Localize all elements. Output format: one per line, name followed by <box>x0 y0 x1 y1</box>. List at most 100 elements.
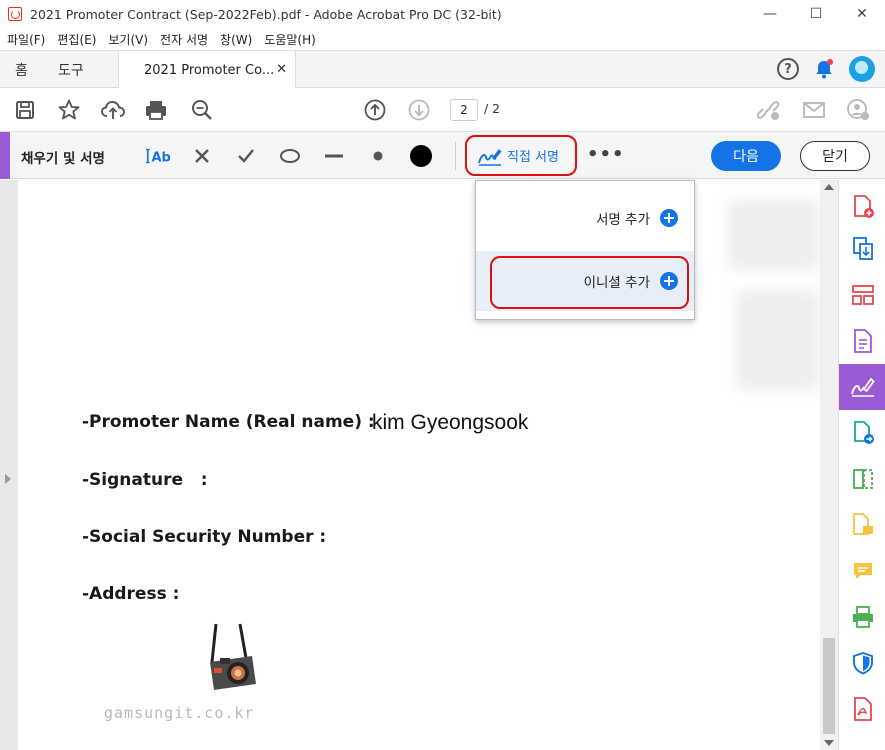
toolbar-separator <box>455 142 456 170</box>
menu-file[interactable]: 파일(F) <box>7 31 45 48</box>
close-window-button[interactable]: ✕ <box>839 0 885 28</box>
bookmark-star-icon[interactable] <box>56 97 82 123</box>
pdf-page[interactable] <box>18 180 820 750</box>
menu-view[interactable]: 보기(V) <box>108 31 148 48</box>
organize-pages-tool[interactable] <box>839 272 885 318</box>
more-tools-item[interactable] <box>839 732 885 750</box>
camera-image <box>198 622 262 694</box>
fill-sign-pen-icon <box>850 377 875 397</box>
promoter-name-label: -Promoter Name (Real name) : <box>82 412 375 432</box>
signature-label: -Signature : <box>82 470 208 490</box>
window-title: 2021 Promoter Contract (Sep-2022Feb).pdf… <box>30 6 502 22</box>
tab-home[interactable]: 홈 <box>15 51 28 88</box>
zoom-search-icon[interactable] <box>189 97 215 123</box>
color-picker-icon[interactable] <box>408 144 434 168</box>
close-button[interactable]: 닫기 <box>800 141 870 171</box>
dot-icon[interactable] <box>365 144 391 168</box>
create-pdf-icon <box>853 195 874 218</box>
add-text-icon[interactable]: Ab <box>145 144 171 168</box>
tab-tools[interactable]: 도구 <box>58 51 84 88</box>
print-icon[interactable] <box>143 97 169 123</box>
scan-printer-icon <box>852 606 873 628</box>
fill-sign-title: 채우기 및 서명 <box>21 151 105 167</box>
tab-document[interactable]: 2021 Promoter Co... ✕ <box>118 51 296 89</box>
vertical-scrollbar[interactable] <box>820 180 838 750</box>
fill-sign-tool[interactable] <box>839 364 885 410</box>
maximize-button[interactable]: ☐ <box>793 0 839 28</box>
title-bar: 2021 Promoter Contract (Sep-2022Feb).pdf… <box>0 0 885 28</box>
right-tools-panel <box>838 180 885 750</box>
scroll-down-icon[interactable] <box>824 740 834 746</box>
next-button[interactable]: 다음 <box>711 141 781 171</box>
share-link-icon[interactable] <box>756 97 782 123</box>
menu-esign[interactable]: 전자 서명 <box>160 31 208 48</box>
sign-button-label: 직접 서명 <box>507 150 559 165</box>
check-mark-icon[interactable] <box>233 144 259 168</box>
tabbar-actions: ? <box>777 56 875 82</box>
page-number-input[interactable]: 2 <box>450 99 478 121</box>
more-options-button[interactable]: ••• <box>587 144 625 165</box>
document-view[interactable] <box>0 180 838 750</box>
edit-pdf-icon <box>853 329 872 353</box>
menu-bar: 파일(F) 편집(E) 보기(V) 전자 서명 창(W) 도움말(H) <box>0 28 885 50</box>
compare-files-icon <box>852 469 873 489</box>
notification-bell-icon[interactable] <box>813 58 835 80</box>
page-total: / 2 <box>484 101 501 116</box>
page-down-icon[interactable] <box>406 97 432 123</box>
protect-tool[interactable] <box>839 640 885 686</box>
sign-yourself-button[interactable]: 직접 서명 <box>465 135 577 176</box>
scan-tool[interactable] <box>839 594 885 640</box>
left-panel-toggle-icon[interactable] <box>5 474 11 484</box>
document-tab-label: 2021 Promoter Co... <box>144 62 275 78</box>
add-initials-highlight <box>490 256 689 309</box>
pdf-file-icon <box>853 697 872 721</box>
save-icon[interactable] <box>12 97 38 123</box>
line-icon[interactable] <box>321 144 347 168</box>
combine-files-icon <box>852 237 873 260</box>
window-controls: — ☐ ✕ <box>747 0 885 28</box>
watermark-text: gamsungit.co.kr <box>104 704 255 722</box>
edit-pdf-tool[interactable] <box>839 318 885 364</box>
ellipse-icon[interactable] <box>277 144 303 168</box>
comment-bubble-icon <box>853 563 872 579</box>
address-label: -Address : <box>82 584 180 604</box>
promoter-name-value[interactable]: kim Gyeongsook <box>372 411 528 435</box>
cloud-upload-icon[interactable] <box>100 97 126 123</box>
acrobat-logo-icon <box>8 7 22 21</box>
plus-circle-icon <box>660 209 678 227</box>
close-tab-icon[interactable]: ✕ <box>276 62 287 77</box>
blurred-content <box>736 290 820 390</box>
cross-mark-icon[interactable] <box>189 144 215 168</box>
comment-file-tool[interactable] <box>839 502 885 548</box>
page-up-icon[interactable] <box>362 97 388 123</box>
tab-bar: 홈 도구 2021 Promoter Co... ✕ ? <box>0 50 885 89</box>
compare-files-tool[interactable] <box>839 456 885 502</box>
menu-window[interactable]: 창(W) <box>220 31 252 48</box>
sign-pen-icon <box>478 148 502 166</box>
ssn-label: -Social Security Number : <box>82 527 327 547</box>
email-icon[interactable] <box>801 97 827 123</box>
comment-tool[interactable] <box>839 548 885 594</box>
combine-files-tool[interactable] <box>839 226 885 272</box>
scroll-thumb[interactable] <box>823 638 835 734</box>
main-toolbar: 2 / 2 <box>0 88 885 132</box>
acrobat-pdf-tool[interactable] <box>839 686 885 732</box>
svg-text:Ab: Ab <box>152 151 171 166</box>
export-pdf-tool[interactable] <box>839 410 885 456</box>
comment-file-icon <box>852 513 873 535</box>
user-avatar[interactable] <box>849 56 875 82</box>
menu-help[interactable]: 도움말(H) <box>264 31 316 48</box>
scroll-up-icon[interactable] <box>824 184 834 190</box>
help-icon[interactable]: ? <box>777 58 799 80</box>
fill-sign-accent <box>0 132 10 179</box>
add-signature-item[interactable]: 서명 추가 <box>476 188 694 248</box>
create-pdf-tool[interactable] <box>839 184 885 230</box>
menu-edit[interactable]: 편집(E) <box>57 31 96 48</box>
add-signature-label: 서명 추가 <box>596 212 650 228</box>
blurred-content <box>728 200 820 270</box>
shield-icon <box>852 651 873 675</box>
minimize-button[interactable]: — <box>747 0 793 28</box>
export-pdf-icon <box>853 421 874 444</box>
add-user-icon[interactable] <box>845 97 871 123</box>
organize-pages-icon <box>851 285 874 305</box>
